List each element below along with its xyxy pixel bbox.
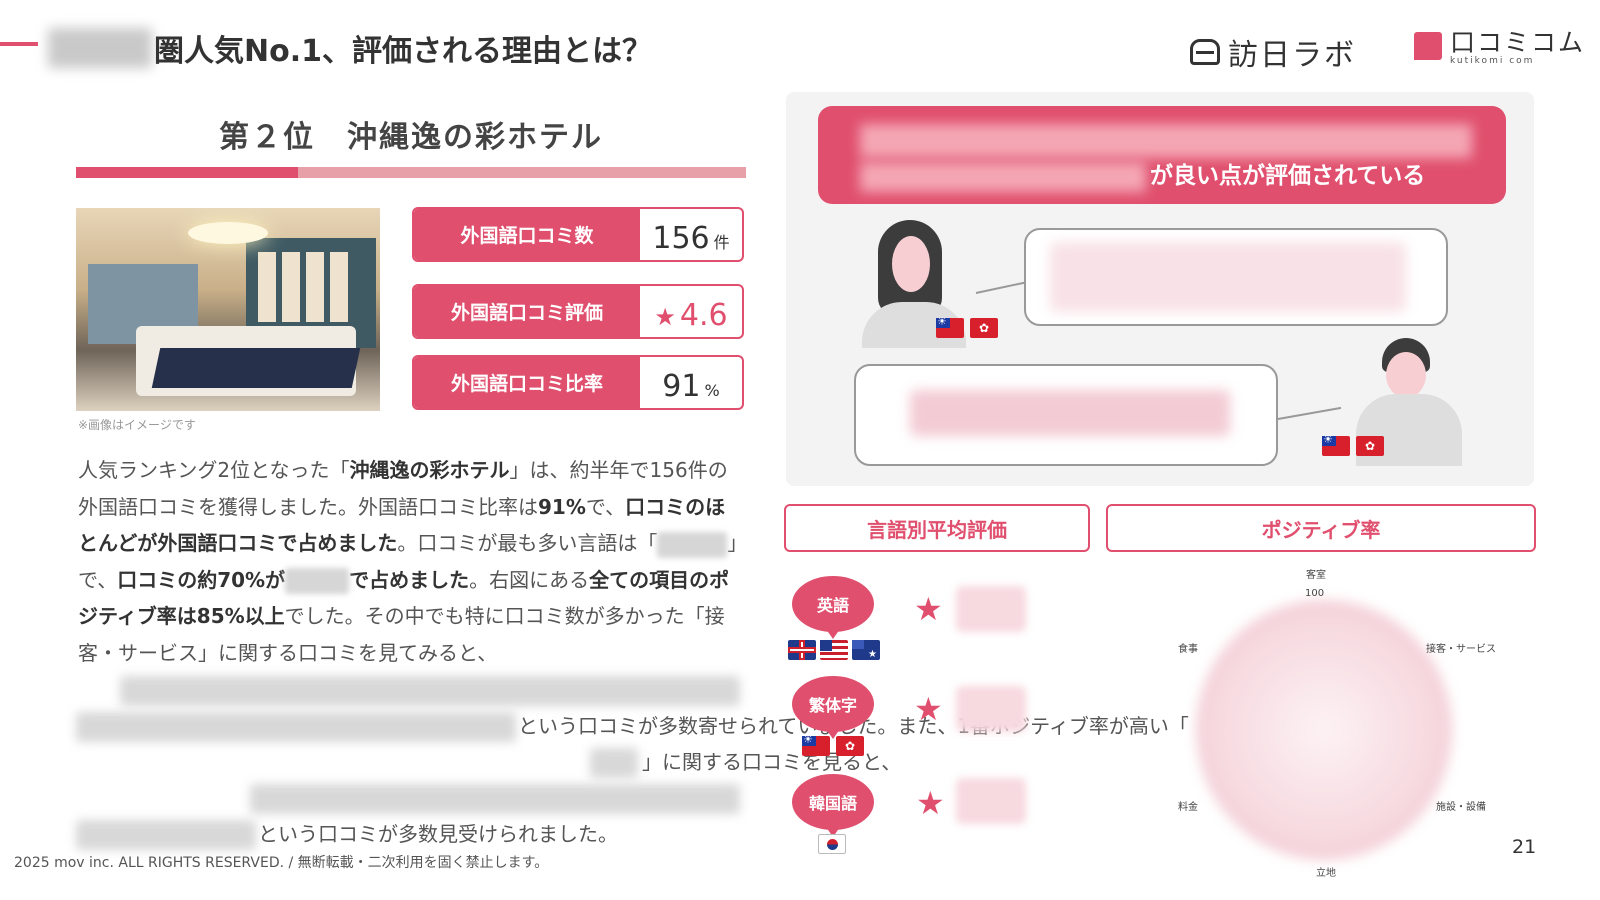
flag-taiwan-icon [802,733,830,756]
redacted-language [285,568,350,594]
radar-label-food: 食事 [1178,644,1198,655]
title-accent-bar [0,42,38,46]
stat-value: 91 % [640,357,742,408]
radar-label-price: 料金 [1178,802,1198,813]
redacted-score [956,686,1026,732]
stat-number: 156 [652,221,710,256]
stat-label: 外国語口コミ比率 [414,357,640,408]
radar-label-facilities: 施設・設備 [1436,802,1486,813]
tab-positive-rate: ポジティブ率 [1106,504,1536,552]
star-icon: ★ [654,303,676,331]
flag-taiwan-icon [936,315,964,338]
star-icon: ★ [914,590,943,628]
star-icon: ★ [916,784,945,822]
stat-label: 外国語口コミ評価 [414,286,640,337]
radar-label-max: 100 [1305,588,1325,599]
kutikomi-logo-subtext: kutikomi com [1450,56,1535,66]
stat-number: 4.6 [679,298,728,333]
stat-number: 91 [662,369,701,404]
redacted-score [956,778,1026,824]
flag-hongkong-icon: ✿ [1356,436,1384,456]
redacted-score [956,586,1026,632]
kutikomi-logo-icon [1414,32,1442,60]
language-traditional-chinese: 繁体字 [792,676,874,739]
page-number: 21 [1512,836,1537,858]
inbound-lab-logo: 訪日ラボ [1190,30,1356,74]
review-bubble [854,364,1278,466]
summary-banner: が良い点が評価されている [818,106,1506,204]
redacted-banner-text [860,124,1472,158]
redacted-quote [76,820,256,850]
radar-label-service: 接客・サービス [1426,644,1496,655]
ranking-underline [76,167,746,178]
review-bubble [1024,228,1448,326]
kutikomi-logo: 口コミコム kutikomi com [1414,30,1585,66]
stat-label: 外国語口コミ数 [414,209,640,260]
flag-hongkong-icon: ✿ [836,736,864,756]
hotel-room-image [76,208,380,411]
flag-australia-icon [852,640,880,660]
redacted-category [590,748,638,778]
stat-review-ratio: 外国語口コミ比率 91 % [412,355,744,410]
image-note: ※画像はイメージです [78,418,196,432]
redacted-quote [250,784,740,814]
stat-unit: 件 [713,233,730,252]
language-english: 英語 [792,576,874,639]
redacted-banner-text [860,162,1146,192]
kutikomi-logo-text: 口コミコム [1450,28,1586,57]
flag-taiwan-icon [1322,433,1350,456]
stat-review-count: 外国語口コミ数 156 件 [412,207,744,262]
radar-label-location: 立地 [1316,868,1336,879]
radar-label-room: 客室 [1306,570,1326,581]
flag-uk-icon [788,640,816,660]
stat-unit: % [704,381,720,400]
redacted-region-name [48,28,152,68]
banner-text: が良い点が評価されている [1150,163,1426,189]
page-title: 圏人気No.1、評価される理由とは？ [154,34,652,69]
redacted-quote [76,712,516,742]
language-korean: 韓国語 [792,774,874,837]
copyright: 2025 mov inc. ALL RIGHTS RESERVED. / 無断転… [14,855,549,871]
flag-korea-icon [818,834,846,854]
tab-average-rating-by-language: 言語別平均評価 [784,504,1090,552]
ranking-title: 第２位 沖縄逸の彩ホテル [219,120,603,155]
flag-us-icon [820,640,848,660]
description-text: 人気ランキング2位となった「沖縄逸の彩ホテル」は、約半年で156件の外国語口コミ… [78,458,738,665]
star-icon: ★ [914,690,943,728]
redacted-quote [120,676,740,706]
stat-value: 156 件 [640,209,742,260]
description-line: という口コミが多数見受けられました。 [258,822,618,846]
redacted-language [657,531,728,558]
flag-hongkong-icon: ✿ [970,318,998,338]
stat-value: ★ 4.6 [640,286,742,337]
inbound-lab-logo-icon [1190,39,1220,65]
stat-review-rating: 外国語口コミ評価 ★ 4.6 [412,284,744,339]
radar-chart-redacted [1196,600,1452,860]
inbound-lab-logo-text: 訪日ラボ [1228,38,1356,73]
